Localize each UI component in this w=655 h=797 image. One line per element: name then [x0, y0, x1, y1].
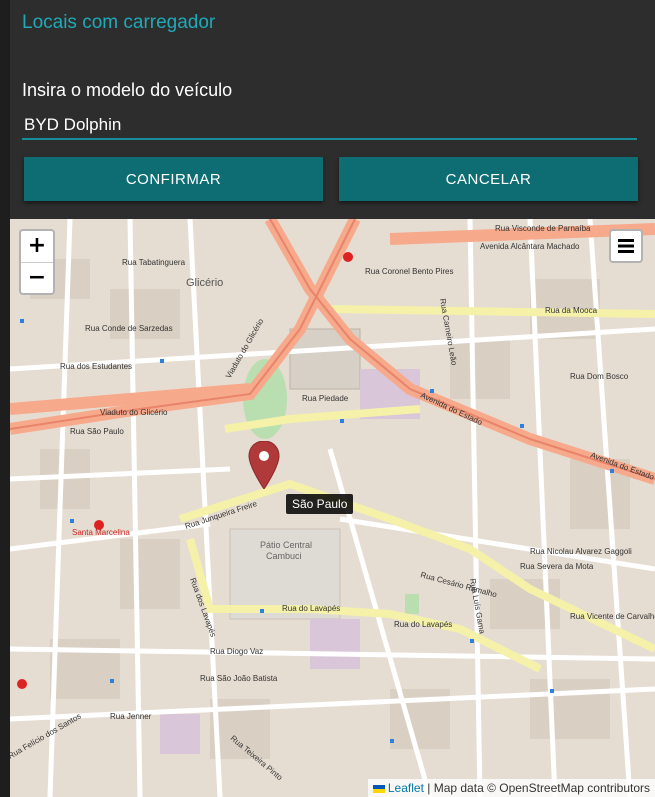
- vehicle-model-input[interactable]: [22, 112, 637, 140]
- zoom-out-button[interactable]: −: [21, 263, 53, 294]
- zoom-control: + −: [19, 229, 55, 295]
- label-glicerio: Glicério: [186, 277, 223, 289]
- ukraine-flag-icon: [372, 784, 385, 793]
- label-rua-lavapes2: Rua dos Lavapés: [188, 577, 218, 639]
- label-rua-lavapes3: Rua do Lavapés: [394, 620, 452, 629]
- location-pin-icon[interactable]: [248, 441, 280, 489]
- label-av-alcantara: Avenida Alcântara Machado: [480, 242, 580, 251]
- label-rua-vicente: Rua Vicente de Carvalho: [570, 612, 655, 621]
- label-viaduto-glicerio2: Viaduto do Glicério: [224, 317, 266, 380]
- attribution-text: Map data © OpenStreetMap contributors: [433, 781, 650, 795]
- hamburger-icon: [618, 239, 634, 253]
- label-rua-teixeira: Rua Teixeira Pinto: [229, 734, 285, 783]
- layers-menu-button[interactable]: [609, 229, 643, 263]
- label-rua-carneiro: Rua Carneiro Leão: [438, 298, 459, 367]
- label-av-estado: Avenida do Estado: [419, 391, 484, 428]
- cancel-button[interactable]: CANCELAR: [339, 157, 638, 201]
- map-attribution: Leaflet | Map data © OpenStreetMap contr…: [367, 779, 655, 797]
- dialog-title: Locais com carregador: [22, 12, 216, 33]
- zoom-in-button[interactable]: +: [21, 231, 53, 263]
- label-rua-sao-paulo: Rua São Paulo: [70, 427, 124, 436]
- label-rua-coronel: Rua Coronel Bento Pires: [365, 267, 454, 276]
- label-rua-joao-batista: Rua São João Batista: [200, 674, 278, 683]
- label-santa: Santa Marcelina: [72, 528, 130, 537]
- label-rua-nicolau: Rua Nicolau Alvarez Gaggoli: [530, 547, 632, 556]
- label-rua-junqueira: Rua Junqueira Freire: [184, 499, 259, 531]
- label-rua-visconde: Rua Visconde de Parnaíba: [495, 224, 591, 233]
- label-rua-diogo-vaz: Rua Diogo Vaz: [210, 647, 263, 656]
- attribution-separator: |: [423, 781, 434, 795]
- label-av-estado2: Avenida do Estado: [589, 450, 655, 482]
- label-rua-conde: Rua Conde de Sarzedas: [85, 324, 173, 333]
- label-rua-cesario: Rua Cesário Ramalho: [419, 570, 498, 599]
- label-rua-tabatinguera: Rua Tabatinguera: [122, 258, 186, 267]
- label-rua-estudantes: Rua dos Estudantes: [60, 362, 132, 371]
- label-rua-piedade: Rua Piedade: [302, 394, 349, 403]
- label-rua-severa: Rua Severa da Mota: [520, 562, 594, 571]
- label-patio: Pátio Central: [260, 540, 312, 550]
- label-rua-felicio: Rua Felício dos Santos: [10, 712, 83, 761]
- label-rua-jenner: Rua Jenner: [110, 712, 152, 721]
- vehicle-model-label: Insira o modelo do veículo: [22, 80, 233, 100]
- label-rua-dom-bosco: Rua Dom Bosco: [570, 372, 629, 381]
- label-rua-lavapes: Rua do Lavapés: [282, 604, 340, 613]
- charger-dialog: Locais com carregador Insira o modelo do…: [10, 0, 655, 797]
- confirm-button[interactable]: CONFIRMAR: [24, 157, 323, 201]
- label-viaduto-glicerio: Viaduto do Glicério: [100, 408, 168, 417]
- marker-tooltip: São Paulo: [286, 494, 354, 514]
- map-view[interactable]: Rua Tabatinguera Glicério Rua Conde de S…: [10, 219, 655, 797]
- label-cambuci: Cambuci: [266, 551, 302, 561]
- label-rua-mooca: Rua da Mooca: [545, 306, 598, 315]
- leaflet-link[interactable]: Leaflet: [388, 781, 424, 795]
